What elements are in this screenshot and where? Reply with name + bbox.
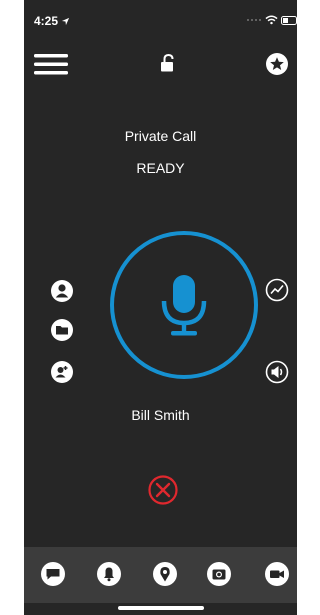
status-bar: 4:25 bbox=[24, 0, 297, 44]
battery-icon bbox=[281, 15, 297, 25]
clock-text: 4:25 bbox=[34, 14, 59, 28]
call-type-label: Private Call bbox=[124, 128, 197, 144]
speaker-icon[interactable] bbox=[265, 360, 289, 384]
call-state-label: READY bbox=[136, 160, 185, 176]
star-icon[interactable] bbox=[266, 53, 288, 75]
bottom-toolbar bbox=[24, 547, 297, 603]
wifi-icon bbox=[265, 15, 278, 25]
contact-name: Bill Smith bbox=[131, 407, 190, 423]
home-indicator bbox=[118, 606, 204, 610]
folder-icon[interactable] bbox=[51, 319, 73, 341]
menu-icon[interactable] bbox=[34, 52, 68, 76]
activity-icon[interactable] bbox=[265, 278, 289, 302]
end-call-icon[interactable] bbox=[148, 475, 178, 505]
contact-icon[interactable] bbox=[51, 280, 73, 302]
unlock-icon[interactable] bbox=[161, 54, 175, 72]
location-arrow-icon bbox=[61, 17, 70, 25]
top-bar bbox=[24, 48, 297, 82]
add-contact-icon[interactable] bbox=[51, 361, 73, 383]
location-icon[interactable] bbox=[152, 561, 178, 587]
status-indicators bbox=[246, 15, 297, 25]
signal-icon bbox=[247, 19, 261, 21]
app-screen: 4:25 Private Call READY Bill Smith bbox=[24, 0, 297, 615]
alert-icon[interactable] bbox=[96, 561, 122, 587]
status-time: 4:25 bbox=[34, 14, 70, 28]
push-to-talk-button[interactable] bbox=[110, 231, 258, 379]
camera-icon[interactable] bbox=[206, 561, 232, 587]
microphone-icon bbox=[161, 275, 207, 336]
chat-icon[interactable] bbox=[40, 561, 66, 587]
video-icon[interactable] bbox=[264, 561, 290, 587]
